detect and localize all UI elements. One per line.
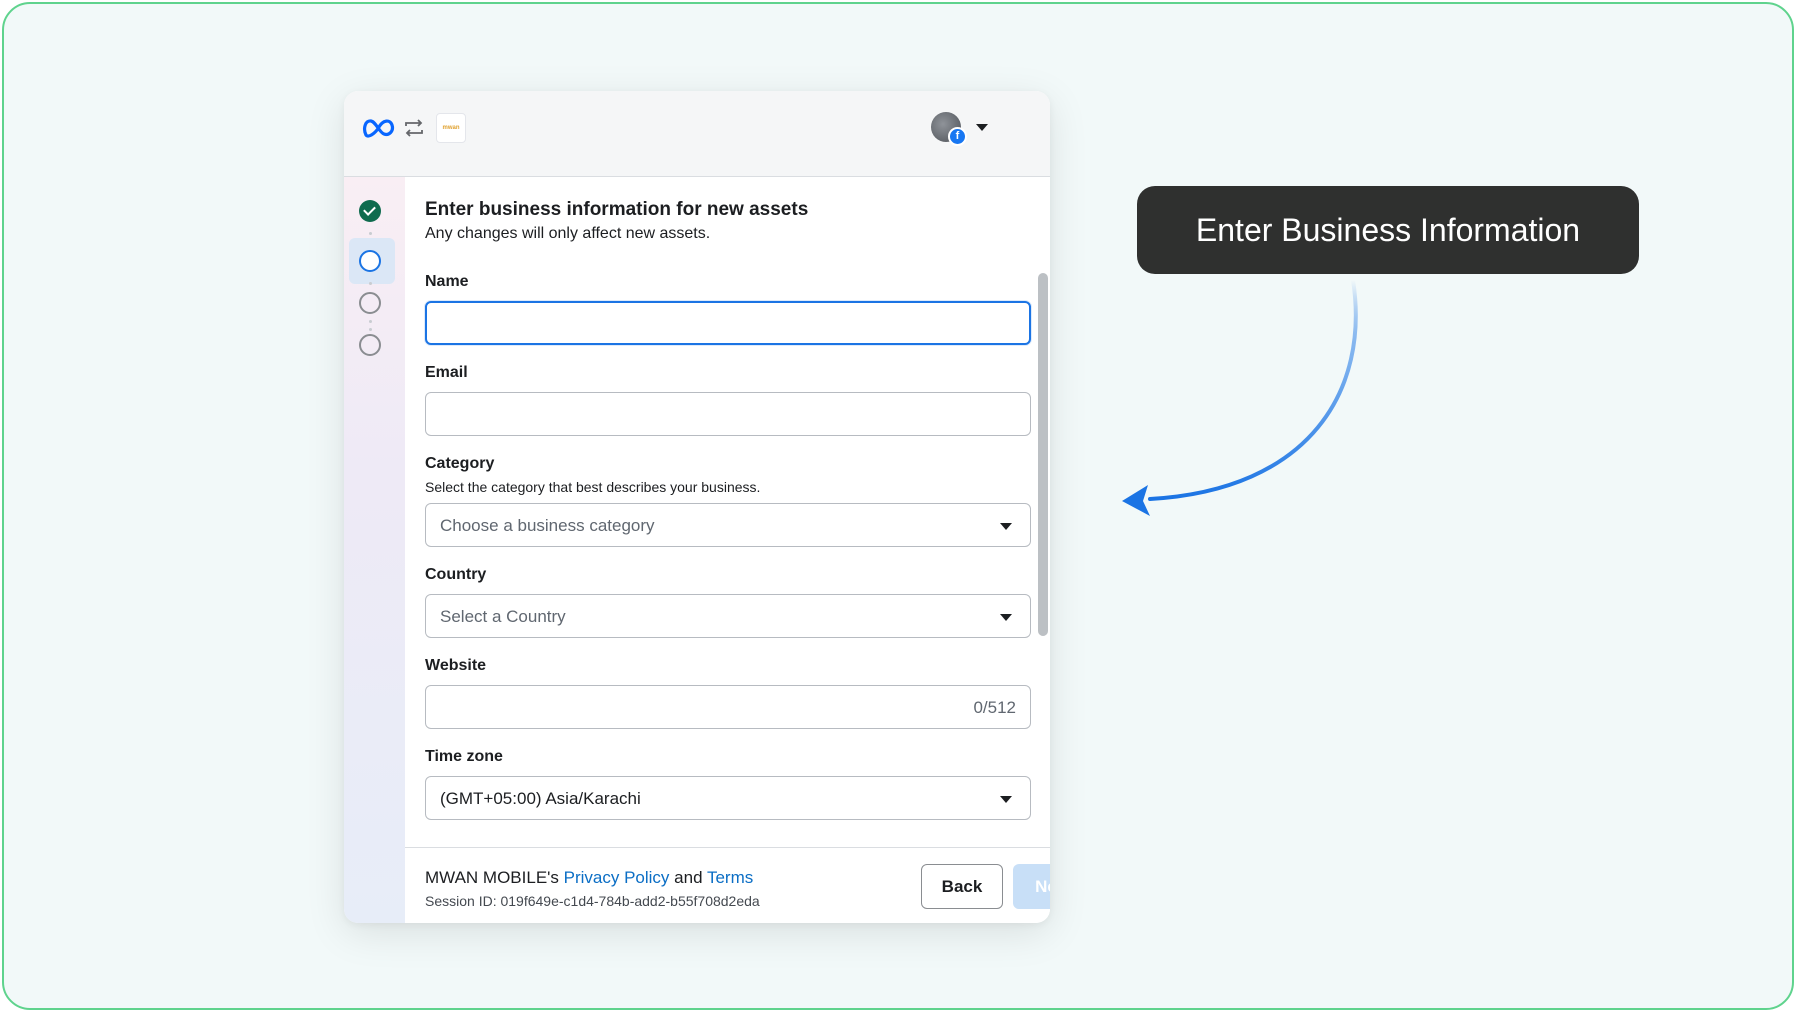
business-info-dialog: mwan f Enter business information for ne… [344, 91, 1050, 923]
website-input[interactable]: 0/512 [425, 685, 1031, 729]
chevron-down-icon [1000, 523, 1012, 530]
form-title: Enter business information for new asset… [425, 199, 809, 220]
next-button[interactable]: Next [1013, 864, 1050, 909]
dialog-footer: MWAN MOBILE's Privacy Policy and Terms S… [405, 847, 1050, 923]
chevron-down-icon [1000, 796, 1012, 803]
legal-text: MWAN MOBILE's Privacy Policy and Terms [425, 868, 753, 888]
swap-arrows-icon [405, 119, 423, 137]
email-label: Email [425, 364, 468, 381]
form-scrollbar[interactable] [1038, 273, 1048, 636]
name-input[interactable] [425, 301, 1031, 345]
back-button[interactable]: Back [921, 864, 1003, 909]
session-id: Session ID: 019f649e-c1d4-784b-add2-b55f… [425, 893, 760, 909]
step-completed-check-icon [359, 200, 381, 222]
annotation-callout: Enter Business Information [1137, 186, 1639, 274]
step-connector-dot [369, 328, 372, 331]
terms-link[interactable]: Terms [707, 868, 753, 887]
step-pending-circle-icon [359, 334, 381, 356]
step-connector-dot [369, 232, 372, 235]
facebook-badge-icon: f [948, 127, 967, 146]
country-label: Country [425, 566, 487, 583]
timezone-label: Time zone [425, 748, 503, 765]
category-help-text: Select the category that best describes … [425, 479, 761, 495]
annotation-arrow-icon [1122, 278, 1358, 516]
category-placeholder: Choose a business category [440, 516, 655, 535]
website-label: Website [425, 657, 487, 674]
name-label: Name [425, 273, 469, 290]
legal-prefix: MWAN MOBILE's [425, 868, 564, 887]
dialog-header: mwan f [344, 91, 1050, 177]
form-subtitle: Any changes will only affect new assets. [425, 225, 711, 242]
category-select[interactable]: Choose a business category [425, 503, 1031, 547]
timezone-value: (GMT+05:00) Asia/Karachi [440, 789, 641, 808]
website-char-counter: 0/512 [973, 698, 1016, 717]
legal-and: and [669, 868, 707, 887]
step-connector-dot [369, 320, 372, 323]
step-connector-dot [369, 282, 372, 285]
timezone-select[interactable]: (GMT+05:00) Asia/Karachi [425, 776, 1031, 820]
email-input[interactable] [425, 392, 1031, 436]
country-select[interactable]: Select a Country [425, 594, 1031, 638]
progress-stepper [344, 177, 405, 923]
partner-logo: mwan [436, 113, 466, 143]
country-placeholder: Select a Country [440, 607, 566, 626]
chevron-down-icon [1000, 614, 1012, 621]
meta-logo-icon [363, 119, 395, 138]
step-active-circle-icon [359, 250, 381, 272]
account-menu-caret-icon[interactable] [976, 124, 988, 131]
category-label: Category [425, 455, 495, 472]
step-pending-circle-icon [359, 292, 381, 314]
privacy-policy-link[interactable]: Privacy Policy [564, 868, 670, 887]
